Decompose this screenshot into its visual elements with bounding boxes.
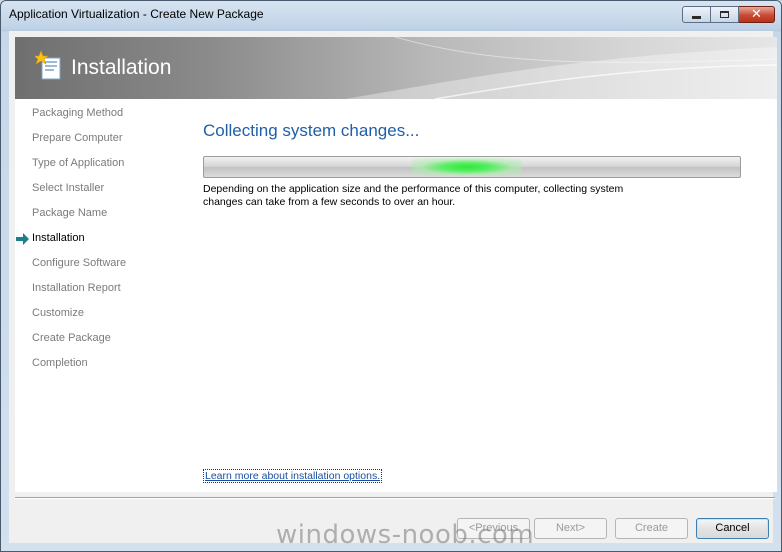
minimize-icon xyxy=(692,15,701,19)
close-icon: ✕ xyxy=(751,7,762,22)
footer-separator xyxy=(15,497,775,499)
step-completion: Completion xyxy=(32,357,88,369)
maximize-button[interactable] xyxy=(711,6,739,23)
step-package-name: Package Name xyxy=(32,207,108,219)
minimize-button[interactable] xyxy=(682,6,711,23)
marquee-progress-bar xyxy=(203,156,741,178)
cancel-button[interactable]: Cancel xyxy=(696,518,769,539)
wizard-window: Application Virtualization - Create New … xyxy=(0,0,782,552)
title-bar[interactable]: Application Virtualization - Create New … xyxy=(1,1,781,29)
page-title: Installation xyxy=(71,56,172,79)
close-button[interactable]: ✕ xyxy=(739,6,775,23)
step-select-installer: Select Installer xyxy=(32,182,105,194)
step-type-of-application: Type of Application xyxy=(32,157,125,169)
step-installation-report: Installation Report xyxy=(32,282,121,294)
description-text: Depending on the application size and th… xyxy=(203,183,624,208)
watermark-text: windows-noob.com xyxy=(276,520,535,550)
learn-more-link[interactable]: Learn more about installation options. xyxy=(203,469,383,483)
main-content: Collecting system changes... Depending o… xyxy=(188,99,777,492)
window-title: Application Virtualization - Create New … xyxy=(9,7,264,21)
wizard-client-area: Installation Packaging Method Prepare Co… xyxy=(9,31,777,543)
package-wizard-icon xyxy=(35,50,61,80)
header-banner: Installation xyxy=(15,37,777,99)
progress-glow xyxy=(412,158,522,176)
next-button[interactable]: Next> xyxy=(534,518,607,539)
step-packaging-method: Packaging Method xyxy=(32,107,124,119)
create-button[interactable]: Create xyxy=(615,518,688,539)
maximize-icon xyxy=(720,11,729,18)
step-configure-software: Configure Software xyxy=(32,257,127,269)
wizard-steps-sidebar: Packaging Method Prepare Computer Type o… xyxy=(15,99,188,492)
step-customize: Customize xyxy=(32,307,84,319)
step-create-package: Create Package xyxy=(32,332,111,344)
step-installation: Installation xyxy=(32,232,85,244)
step-prepare-computer: Prepare Computer xyxy=(32,132,123,144)
section-heading: Collecting system changes... xyxy=(203,121,420,140)
current-step-arrow-icon xyxy=(16,233,29,245)
